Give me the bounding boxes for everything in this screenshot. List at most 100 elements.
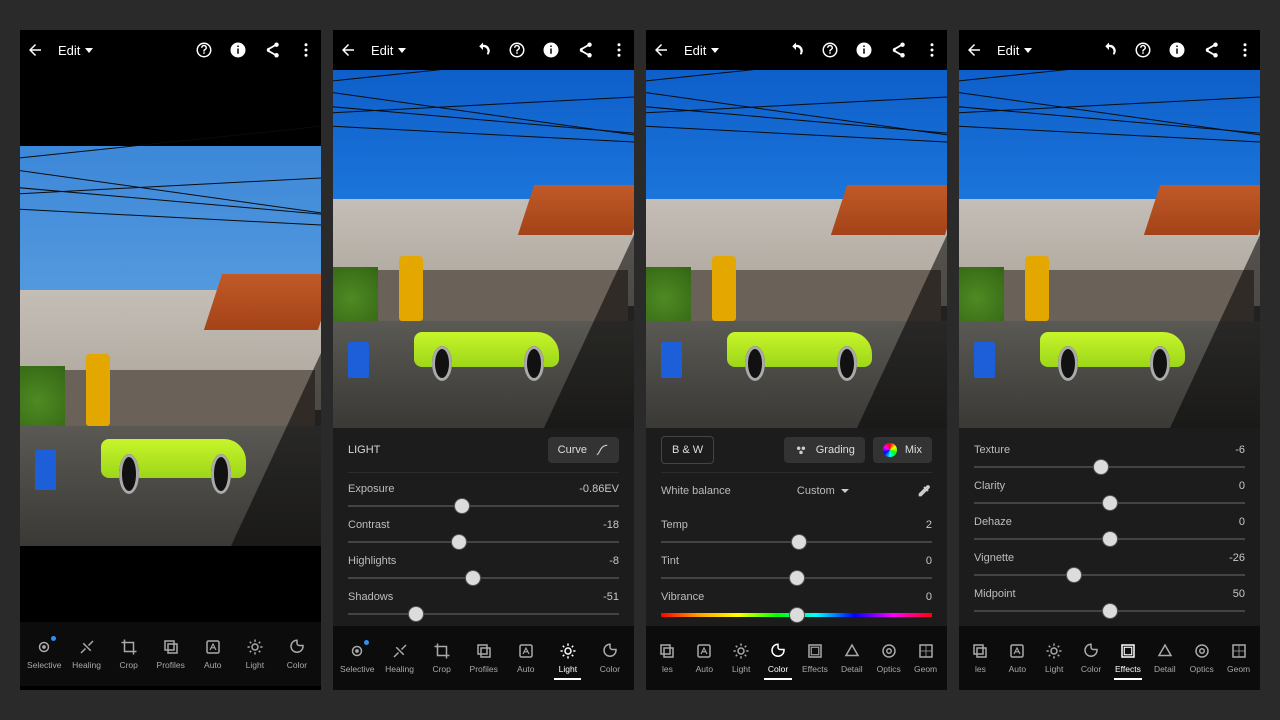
light-slider-highlights[interactable]: Highlights-8 xyxy=(348,545,619,581)
tool-profiles[interactable]: les xyxy=(963,642,997,674)
slider-value: -26 xyxy=(1229,552,1245,564)
curve-button[interactable]: Curve xyxy=(548,437,619,463)
photo-preview[interactable] xyxy=(646,70,947,428)
light-slider-shadows[interactable]: Shadows-51 xyxy=(348,581,619,617)
tool-selective[interactable]: Selective xyxy=(340,642,375,674)
tool-effects[interactable]: Effects xyxy=(1111,642,1145,674)
slider-knob[interactable] xyxy=(790,608,804,622)
undo-icon[interactable] xyxy=(787,41,805,59)
undo-icon[interactable] xyxy=(1100,41,1118,59)
tool-color[interactable]: Color xyxy=(761,642,795,674)
back-icon[interactable] xyxy=(26,41,44,59)
tool-label: les xyxy=(662,664,673,674)
tool-geom[interactable]: Geom xyxy=(1222,642,1256,674)
topbar: Edit xyxy=(646,30,947,70)
bottom-tools: Selective HealingCropProfilesAutoLightCol… xyxy=(333,626,634,690)
tool-label: Selective xyxy=(340,664,375,674)
slider-knob[interactable] xyxy=(409,607,423,621)
share-icon[interactable] xyxy=(576,41,594,59)
slider-knob[interactable] xyxy=(1103,604,1117,618)
color-slider-tint[interactable]: Tint0 xyxy=(661,545,932,581)
info-icon[interactable] xyxy=(229,41,247,59)
more-icon[interactable] xyxy=(923,41,941,59)
tool-light[interactable]: Light xyxy=(238,638,272,670)
bw-button[interactable]: B & W xyxy=(661,436,714,464)
share-icon[interactable] xyxy=(263,41,281,59)
tool-detail[interactable]: Detail xyxy=(1148,642,1182,674)
back-icon[interactable] xyxy=(339,41,357,59)
tool-label: Color xyxy=(287,660,307,670)
photo-preview[interactable] xyxy=(20,70,321,622)
undo-icon[interactable] xyxy=(474,41,492,59)
tool-profiles[interactable]: les xyxy=(650,642,684,674)
tool-crop[interactable]: Crop xyxy=(112,638,146,670)
tool-label: Auto xyxy=(696,664,714,674)
tool-label: Auto xyxy=(204,660,222,670)
wb-select[interactable]: Custom xyxy=(797,485,850,497)
info-icon[interactable] xyxy=(1168,41,1186,59)
effects-slider-texture[interactable]: Texture-6 xyxy=(974,434,1245,470)
tool-effects[interactable]: Effects xyxy=(798,642,832,674)
chevron-down-icon xyxy=(1024,48,1032,53)
info-icon[interactable] xyxy=(855,41,873,59)
back-icon[interactable] xyxy=(652,41,670,59)
tool-profiles[interactable]: Profiles xyxy=(467,642,501,674)
tool-light[interactable]: Light xyxy=(551,642,585,674)
photo-preview[interactable] xyxy=(333,70,634,428)
more-icon[interactable] xyxy=(297,41,315,59)
share-icon[interactable] xyxy=(1202,41,1220,59)
info-icon[interactable] xyxy=(542,41,560,59)
edit-menu[interactable]: Edit xyxy=(371,43,406,58)
share-icon[interactable] xyxy=(889,41,907,59)
tool-auto[interactable]: Auto xyxy=(509,642,543,674)
effects-slider-clarity[interactable]: Clarity0 xyxy=(974,470,1245,506)
topbar: Edit xyxy=(20,30,321,70)
more-icon[interactable] xyxy=(1236,41,1254,59)
tool-profiles[interactable]: Profiles xyxy=(154,638,188,670)
color-slider-temp[interactable]: Temp2 xyxy=(661,509,932,545)
more-icon[interactable] xyxy=(610,41,628,59)
back-icon[interactable] xyxy=(965,41,983,59)
grading-button[interactable]: Grading xyxy=(784,437,865,463)
slider-value: -8 xyxy=(609,555,619,567)
edit-menu[interactable]: Edit xyxy=(997,43,1032,58)
tool-light[interactable]: Light xyxy=(1037,642,1071,674)
eyedropper-icon[interactable] xyxy=(916,483,932,499)
help-icon[interactable] xyxy=(821,41,839,59)
effects-slider-midpoint[interactable]: Midpoint50 xyxy=(974,578,1245,614)
tool-auto[interactable]: Auto xyxy=(687,642,721,674)
tool-detail[interactable]: Detail xyxy=(835,642,869,674)
tool-color[interactable]: Color xyxy=(1074,642,1108,674)
slider-label: Tint xyxy=(661,555,679,567)
light-slider-exposure[interactable]: Exposure-0.86EV xyxy=(348,473,619,509)
effects-slider-vignette[interactable]: Vignette-26 xyxy=(974,542,1245,578)
effects-slider-dehaze[interactable]: Dehaze0 xyxy=(974,506,1245,542)
tool-color[interactable]: Color xyxy=(280,638,314,670)
tool-label: Detail xyxy=(841,664,863,674)
edit-menu[interactable]: Edit xyxy=(58,43,93,58)
tool-healing[interactable]: Healing xyxy=(383,642,417,674)
tool-crop[interactable]: Crop xyxy=(425,642,459,674)
tool-selective[interactable]: Selective xyxy=(27,638,62,670)
help-icon[interactable] xyxy=(508,41,526,59)
edit-menu[interactable]: Edit xyxy=(684,43,719,58)
tool-color[interactable]: Color xyxy=(593,642,627,674)
tool-auto[interactable]: Auto xyxy=(1000,642,1034,674)
mix-button[interactable]: Mix xyxy=(873,437,932,463)
edit-label: Edit xyxy=(997,43,1019,58)
tool-light[interactable]: Light xyxy=(724,642,758,674)
tool-geom[interactable]: Geom xyxy=(909,642,943,674)
photo-preview[interactable] xyxy=(959,70,1260,428)
screen-3: Edit B & W Grading Mix White balance xyxy=(646,30,947,690)
help-icon[interactable] xyxy=(1134,41,1152,59)
bottom-tools: Selective Healing CropProfiles Auto Light Col… xyxy=(20,622,321,686)
tool-label: les xyxy=(975,664,986,674)
tool-optics[interactable]: Optics xyxy=(872,642,906,674)
tool-auto[interactable]: Auto xyxy=(196,638,230,670)
tool-optics[interactable]: Optics xyxy=(1185,642,1219,674)
help-icon[interactable] xyxy=(195,41,213,59)
light-slider-contrast[interactable]: Contrast-18 xyxy=(348,509,619,545)
tool-label: Healing xyxy=(72,660,101,670)
tool-healing[interactable]: Healing xyxy=(70,638,104,670)
color-slider-vibrance[interactable]: Vibrance0 xyxy=(661,581,932,619)
